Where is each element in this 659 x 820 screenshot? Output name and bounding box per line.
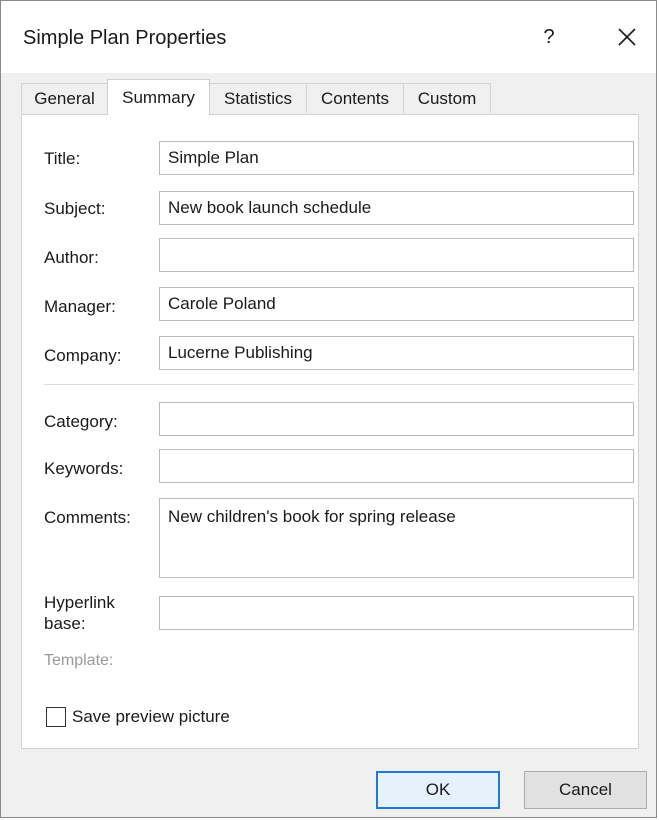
properties-dialog: Simple Plan Properties ? General Summary… [0, 0, 657, 818]
company-field[interactable] [159, 336, 634, 370]
save-preview-row[interactable]: Save preview picture [46, 707, 230, 727]
hyperlink-label-line1: Hyperlink [44, 593, 115, 612]
keywords-label: Keywords: [44, 459, 124, 478]
cancel-button[interactable]: Cancel [524, 771, 647, 809]
section-divider [44, 384, 634, 385]
title-field[interactable] [159, 141, 634, 175]
hyperlink-label-line2: base: [44, 614, 86, 633]
tab-summary[interactable]: Summary [107, 79, 210, 115]
title-label: Title: [44, 149, 81, 168]
dialog-title: Simple Plan Properties [23, 27, 227, 49]
tab-statistics[interactable]: Statistics [209, 83, 307, 113]
save-preview-checkbox[interactable] [46, 707, 66, 727]
close-button[interactable] [607, 17, 647, 57]
manager-label: Manager: [44, 297, 116, 316]
tab-general[interactable]: General [21, 83, 108, 113]
close-icon [618, 28, 636, 46]
subject-field[interactable] [159, 191, 634, 225]
author-label: Author: [44, 248, 99, 267]
category-field[interactable] [159, 402, 634, 436]
template-label: Template: [44, 652, 114, 669]
hyperlink-base-label: Hyperlink base: [44, 592, 115, 634]
tab-custom[interactable]: Custom [403, 83, 491, 113]
ok-button[interactable]: OK [376, 771, 500, 809]
hyperlink-base-field[interactable] [159, 596, 634, 630]
tab-contents[interactable]: Contents [306, 83, 404, 113]
help-icon: ? [543, 25, 555, 48]
comments-label: Comments: [44, 508, 131, 527]
save-preview-label: Save preview picture [72, 707, 230, 726]
title-bar: Simple Plan Properties ? [1, 1, 656, 73]
help-button[interactable]: ? [531, 17, 567, 57]
category-label: Category: [44, 412, 118, 431]
keywords-field[interactable] [159, 449, 634, 483]
subject-label: Subject: [44, 199, 106, 218]
comments-field[interactable]: New children's book for spring release [159, 498, 634, 578]
summary-panel: Title: Subject: Author: Manager: Company… [21, 114, 639, 749]
company-label: Company: [44, 346, 122, 365]
tab-strip: General Summary Statistics Contents Cust… [21, 79, 641, 115]
author-field[interactable] [159, 238, 634, 272]
manager-field[interactable] [159, 287, 634, 321]
